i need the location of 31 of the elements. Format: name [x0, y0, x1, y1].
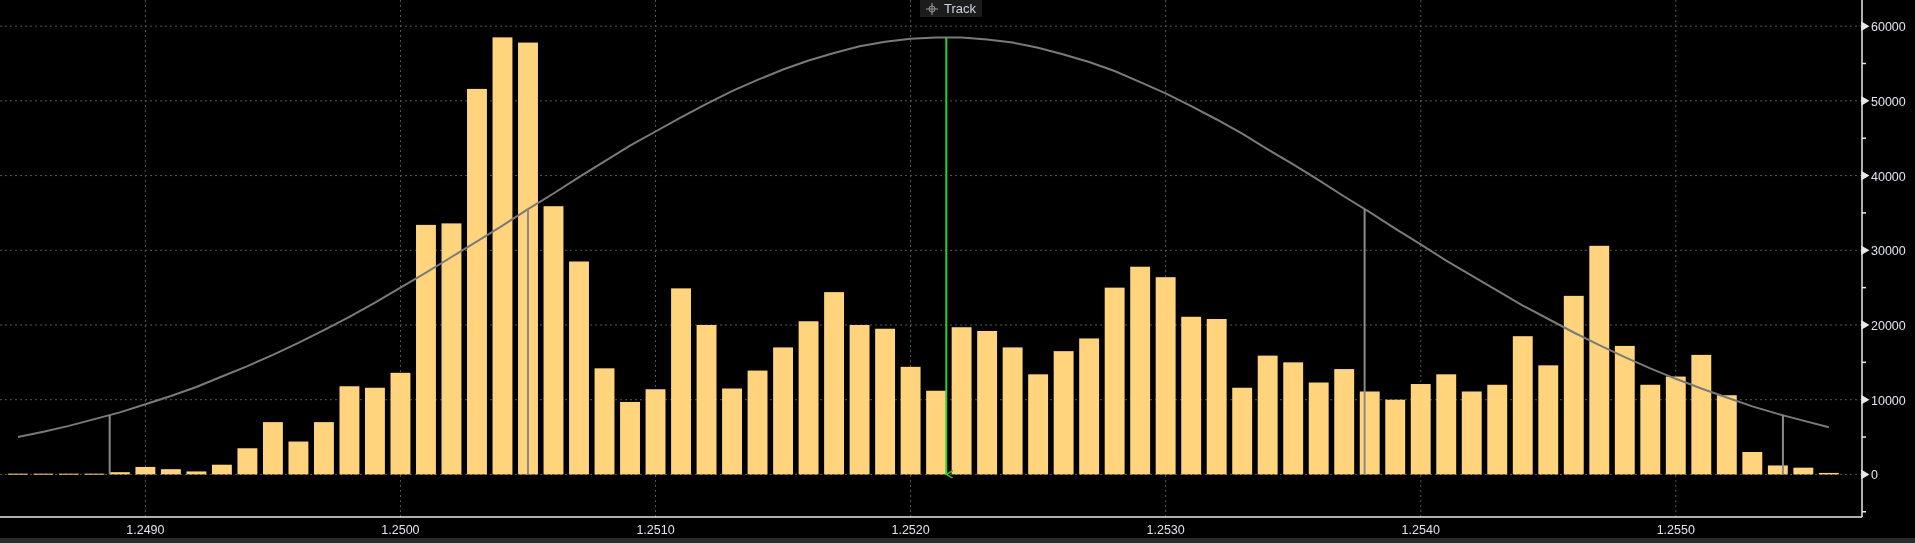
histogram-bar [135, 466, 156, 475]
y-axis-label: 40000 [1871, 169, 1906, 184]
sigma-line [108, 414, 111, 476]
y-axis-label: 20000 [1871, 319, 1906, 333]
histogram-bar [109, 472, 130, 475]
y-axis-label: 50000 [1871, 94, 1906, 109]
histogram-bar [186, 471, 207, 475]
y-axis-label: 0 [1871, 468, 1878, 483]
x-axis-label: 1.2530 [1146, 523, 1185, 537]
histogram-bar [1742, 452, 1763, 475]
crosshair-icon [926, 2, 938, 15]
histogram-bar [288, 441, 309, 475]
x-axis-label: 1.2550 [1656, 523, 1695, 537]
x-axis-label: 1.2500 [381, 523, 420, 537]
y-axis-label: 10000 [1871, 393, 1906, 408]
x-axis-label: 1.2510 [636, 523, 675, 537]
histogram-bar [211, 464, 232, 475]
track-button[interactable]: Track [920, 0, 983, 17]
histogram-bar [1767, 465, 1788, 475]
histogram-bar [237, 448, 258, 475]
histogram-bar [1793, 467, 1814, 475]
y-axis-label: 60000 [1871, 20, 1906, 35]
histogram-bar [160, 469, 181, 475]
sigma-line [1781, 414, 1784, 476]
histogram-bar [1818, 472, 1839, 475]
histogram-bar [263, 422, 283, 475]
y-axis-label: 30000 [1871, 244, 1906, 259]
histogram-bar [314, 422, 334, 475]
x-axis-label: 1.2540 [1401, 523, 1440, 537]
x-axis-label: 1.2490 [126, 523, 165, 537]
x-axis-label: 1.2520 [891, 523, 930, 537]
